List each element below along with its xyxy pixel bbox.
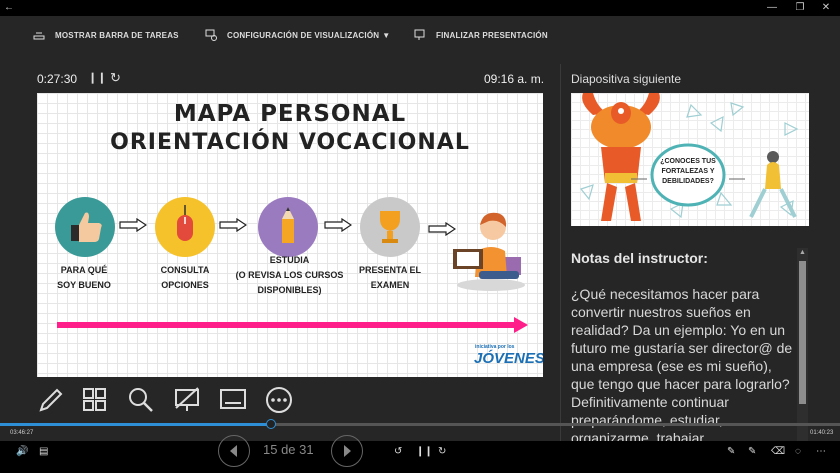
pane-divider[interactable] <box>560 64 561 441</box>
notes-text[interactable]: ¿Qué necesitamos hacer para convertir nu… <box>571 285 793 445</box>
more-icon[interactable]: ⋯ <box>816 446 826 457</box>
media-seek-progress <box>0 423 271 426</box>
trophy-circle <box>360 197 420 257</box>
forward-icon[interactable]: ↻ <box>438 446 446 457</box>
progress-arrow-bar <box>57 322 517 328</box>
pause-media-icon[interactable]: ❙❙ <box>416 446 433 457</box>
step-4-line2: EXAMEN <box>370 280 410 290</box>
pencil-icon <box>282 207 294 243</box>
next-slide-button[interactable] <box>331 435 363 467</box>
current-time: 09:16 a. m. <box>484 72 545 86</box>
restore-icon[interactable]: ❐ <box>794 0 806 16</box>
pointer-icon[interactable]: ◌ <box>795 446 801 457</box>
end-show-icon <box>414 29 425 40</box>
slide-title-line2: ORIENTACIÓN VOCACIONAL <box>110 130 470 155</box>
thumbs-up-circle <box>55 197 115 257</box>
jovenes-logo: JÓVENES <box>474 350 543 367</box>
slide-counter[interactable]: 15 de 31 <box>263 442 314 457</box>
volume-icon[interactable]: 🔊 <box>16 446 28 457</box>
preview-question-line3: DEBILIDADES? <box>662 178 714 185</box>
show-taskbar-label: MOSTRAR BARRA DE TAREAS <box>55 30 179 40</box>
display-settings-label: CONFIGURACIÓN DE VISUALIZACIÓN <box>227 30 380 40</box>
caption-icon[interactable]: ▤ <box>39 446 48 457</box>
mouse-circle <box>155 197 215 257</box>
slide-title-line1: MAPA PERSONAL <box>173 101 407 127</box>
arrow-right-icon <box>324 218 352 232</box>
current-slide[interactable]: MAPA PERSONAL ORIENTACIÓN VOCACIONAL PAR… <box>37 93 543 377</box>
preview-question-line1: ¿CONOCES TUS <box>660 158 716 165</box>
see-all-slides-icon[interactable] <box>81 386 109 414</box>
subtitles-icon[interactable] <box>219 386 247 414</box>
previous-slide-button[interactable] <box>218 435 250 467</box>
arrow-right-icon <box>119 218 147 232</box>
previous-arrow-icon <box>230 445 237 457</box>
restart-timer-icon[interactable]: ↻ <box>110 70 121 86</box>
trophy-icon <box>380 211 400 243</box>
display-settings-button[interactable]: CONFIGURACIÓN DE VISUALIZACIÓN ▼ <box>205 27 390 43</box>
taskbar-icon <box>33 32 45 40</box>
display-settings-icon <box>205 29 217 41</box>
elapsed-timer: 0:27:30 <box>37 72 78 86</box>
step-4-line1: PRESENTA EL <box>358 265 421 275</box>
notes-title: Notas del instructor: <box>571 250 708 266</box>
show-taskbar-button[interactable]: MOSTRAR BARRA DE TAREAS <box>33 27 179 43</box>
progress-arrow-head <box>514 317 528 333</box>
step-3-line1: ESTUDIA <box>269 255 310 265</box>
zoom-icon[interactable] <box>127 386 155 414</box>
end-show-label: FINALIZAR PRESENTACIÓN <box>436 30 548 40</box>
mouse-icon <box>177 205 193 241</box>
pen-tool-icon[interactable] <box>37 386 65 414</box>
step-2-caption: CONSULTA OPCIONES <box>130 263 240 293</box>
pen-icon[interactable]: ✎ <box>727 446 735 457</box>
back-arrow-icon[interactable]: ← <box>4 0 14 16</box>
step-1-line2: SOY BUENO <box>57 280 111 290</box>
more-options-icon[interactable] <box>265 386 293 414</box>
window-title-bar: ← — ❐ ✕ <box>0 0 840 16</box>
media-seek-knob[interactable] <box>266 419 276 429</box>
highlighter-icon[interactable]: ✎ <box>748 446 756 457</box>
step-3-line3: DISPONIBLES) <box>257 285 322 295</box>
scrollbar-thumb[interactable] <box>799 261 806 404</box>
next-slide-preview[interactable]: ¿CONOCES TUS FORTALEZAS Y DEBILIDADES? <box>571 93 809 226</box>
end-show-button[interactable]: FINALIZAR PRESENTACIÓN <box>414 27 548 43</box>
media-elapsed-time: 03:46:27 <box>10 430 34 436</box>
thumbs-up-icon <box>71 212 102 242</box>
next-slide-label: Diapositiva siguiente <box>571 72 682 86</box>
pencil-circle <box>258 197 318 257</box>
eraser-icon[interactable]: ⌫ <box>771 446 785 457</box>
preview-question: ¿CONOCES TUS FORTALEZAS Y DEBILIDADES? <box>659 157 717 187</box>
step-2-line2: OPCIONES <box>161 280 209 290</box>
scroll-up-icon[interactable]: ▲ <box>797 249 808 259</box>
rewind-icon[interactable]: ↺ <box>394 446 402 457</box>
next-arrow-icon <box>344 445 351 457</box>
arrow-right-icon <box>219 218 247 232</box>
student-reading-illustration <box>453 212 525 291</box>
media-remaining-time: 01:40:23 <box>810 430 834 436</box>
chevron-down-icon: ▼ <box>382 30 391 40</box>
step-4-caption: PRESENTA EL EXAMEN <box>335 263 445 293</box>
step-2-line1: CONSULTA <box>160 265 210 275</box>
step-3-caption: ESTUDIA (O REVISA LOS CURSOS DISPONIBLES… <box>227 253 352 298</box>
minimize-icon[interactable]: — <box>766 0 778 16</box>
close-icon[interactable]: ✕ <box>820 0 832 16</box>
preview-question-line2: FORTALEZAS Y <box>661 168 715 175</box>
step-1-caption: PARA QUÉ SOY BUENO <box>37 263 139 293</box>
black-screen-icon[interactable] <box>173 386 201 414</box>
pause-timer-icon[interactable]: ❙❙ <box>88 71 106 84</box>
step-1-line1: PARA QUÉ <box>60 265 108 275</box>
step-3-line2: (O REVISA LOS CURSOS <box>235 270 344 280</box>
